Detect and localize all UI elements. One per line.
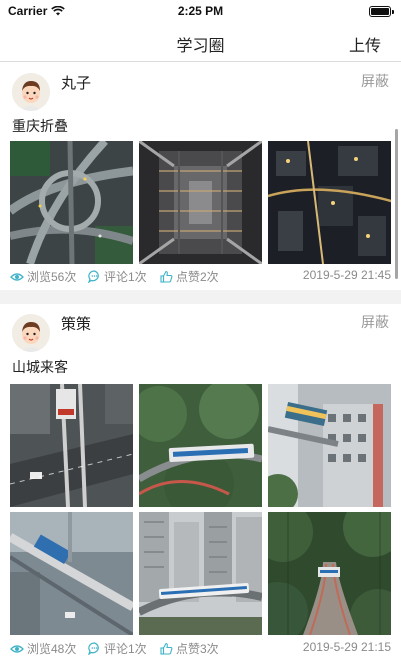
post-date: 2019-5-29 21:15: [302, 640, 391, 654]
avatar[interactable]: [12, 73, 50, 111]
post-card: 策策 屏蔽 山城来客 浏览48次 评论1次 点赞3次 2019-5-29 21:…: [0, 304, 401, 659]
views-stat[interactable]: 浏览48次: [10, 640, 76, 657]
comments-count: 评论1次: [104, 642, 147, 656]
photo-building-atrium[interactable]: [139, 141, 262, 264]
comment-icon: [88, 270, 101, 283]
status-time: 2:25 PM: [177, 4, 224, 18]
views-count: 浏览56次: [27, 270, 77, 284]
username[interactable]: 策策: [61, 313, 91, 334]
photo-monorail-road[interactable]: [10, 384, 133, 507]
status-bar: Carrier 2:25 PM: [0, 0, 401, 22]
eye-icon: [10, 271, 24, 283]
eye-icon: [10, 643, 24, 655]
comment-icon: [88, 642, 101, 655]
photo-train-building[interactable]: [268, 384, 391, 507]
views-count: 浏览48次: [27, 642, 77, 656]
post-stats: 浏览56次 评论1次 点赞2次 2019-5-29 21:45: [10, 268, 391, 284]
post-feed[interactable]: 丸子 屏蔽 重庆折叠 浏览56次 评论1次 点赞2次 2019-5-29 21:…: [0, 63, 401, 659]
battery-icon: [369, 6, 394, 17]
post-card: 丸子 屏蔽 重庆折叠 浏览56次 评论1次 点赞2次 2019-5-29 21:…: [0, 63, 401, 290]
scroll-indicator[interactable]: [395, 129, 398, 279]
page-title: 学习圈: [176, 38, 225, 55]
user-avatar-icon: [12, 314, 50, 352]
photo-track-forest[interactable]: [268, 512, 391, 635]
photo-grid: [10, 141, 391, 264]
photo-highway-interchange[interactable]: [10, 141, 133, 264]
photo-train-hillside[interactable]: [139, 384, 262, 507]
post-text: 重庆折叠: [12, 118, 68, 134]
thumbs-up-icon: [160, 270, 173, 283]
photo-elevated-track[interactable]: [10, 512, 133, 635]
photo-train-towers[interactable]: [139, 512, 262, 635]
block-button[interactable]: 屏蔽: [361, 312, 389, 332]
likes-count: 点赞2次: [176, 270, 219, 284]
likes-stat[interactable]: 点赞3次: [160, 640, 219, 657]
post-text: 山城来客: [12, 359, 68, 375]
comments-stat[interactable]: 评论1次: [88, 640, 147, 657]
comments-count: 评论1次: [104, 270, 147, 284]
post-date: 2019-5-29 21:45: [302, 268, 391, 282]
thumbs-up-icon: [160, 642, 173, 655]
photo-night-city[interactable]: [268, 141, 391, 264]
username[interactable]: 丸子: [61, 72, 91, 93]
upload-button[interactable]: 上传: [349, 32, 381, 56]
likes-stat[interactable]: 点赞2次: [160, 268, 219, 285]
avatar[interactable]: [12, 314, 50, 352]
user-avatar-icon: [12, 73, 50, 111]
navigation-bar: 学习圈 上传: [0, 22, 401, 62]
likes-count: 点赞3次: [176, 642, 219, 656]
views-stat[interactable]: 浏览56次: [10, 268, 76, 285]
block-button[interactable]: 屏蔽: [361, 71, 389, 91]
photo-grid: [10, 384, 391, 635]
comments-stat[interactable]: 评论1次: [88, 268, 147, 285]
post-stats: 浏览48次 评论1次 点赞3次 2019-5-29 21:15: [10, 640, 391, 656]
